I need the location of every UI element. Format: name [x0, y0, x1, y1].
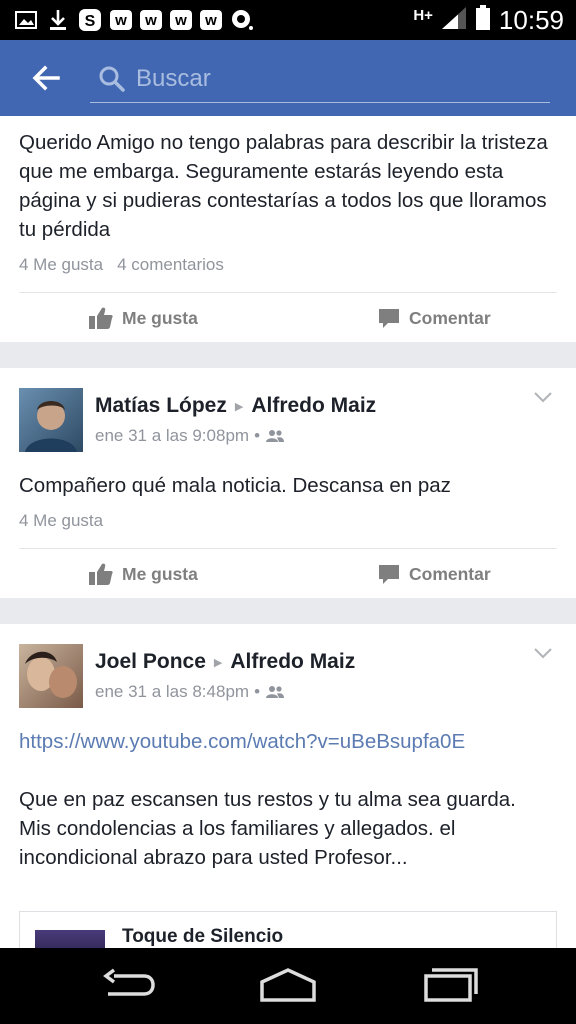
post-counts: 4 Me gusta	[19, 511, 103, 531]
comments-count[interactable]: 4 comentarios	[117, 255, 224, 275]
search-icon	[98, 65, 126, 93]
w-app-icon: w	[110, 10, 132, 30]
comment-label: Comentar	[409, 563, 491, 584]
arrow-right-icon: ▶	[213, 656, 223, 669]
network-type: H+	[413, 6, 433, 24]
avatar[interactable]	[19, 388, 83, 452]
clock: 10:59	[498, 4, 564, 35]
navigation-bar	[0, 948, 576, 1024]
home-icon[interactable]	[258, 966, 318, 1011]
search-box[interactable]	[90, 56, 550, 103]
post-meta: ene 31 a las 8:48pm •	[95, 682, 285, 702]
chat-app-icon	[230, 9, 254, 31]
gallery-icon	[14, 9, 38, 31]
w-app-icon: w	[200, 10, 222, 30]
signal-icon	[441, 6, 467, 35]
arrow-right-icon: ▶	[234, 400, 244, 413]
attachment-title: Toque de Silencio	[122, 926, 284, 947]
battery-icon	[475, 4, 491, 36]
post-card: Joel Ponce ▶ Alfredo Maiz ene 31 a las 8…	[0, 624, 576, 948]
avatar[interactable]	[19, 644, 83, 708]
status-bar: S w w w w H+ 10:59	[0, 0, 576, 40]
post-meta: ene 31 a las 9:08pm •	[95, 426, 285, 446]
post-text: Querido Amigo no tengo palabras para des…	[19, 131, 548, 241]
chevron-down-icon[interactable]	[532, 390, 554, 404]
post-card: Matías López ▶ Alfredo Maiz ene 31 a las…	[0, 368, 576, 598]
attachment-thumbnail	[35, 930, 105, 948]
comment-label: Comentar	[409, 307, 491, 328]
thumbs-up-icon	[89, 307, 113, 329]
target-name[interactable]: Alfredo Maiz	[230, 650, 355, 674]
search-input[interactable]	[136, 65, 536, 93]
post-counts: 4 Me gusta 4 comentarios	[19, 255, 224, 275]
like-label: Me gusta	[122, 563, 198, 584]
like-button[interactable]: Me gusta	[88, 562, 198, 586]
author-name[interactable]: Joel Ponce	[95, 650, 206, 674]
post-date[interactable]: ene 31 a las 8:48pm	[95, 682, 249, 702]
friends-icon	[266, 686, 285, 698]
like-label: Me gusta	[122, 307, 198, 328]
thumbs-up-icon	[89, 563, 113, 585]
post-link[interactable]: https://www.youtube.com/watch?v=uBeBsupf…	[19, 727, 548, 756]
s-app-icon: S	[78, 9, 102, 31]
post-author: Joel Ponce ▶ Alfredo Maiz	[95, 650, 355, 674]
separator-dot: •	[254, 426, 261, 445]
post-text: Compañero qué mala noticia. Descansa en …	[19, 474, 451, 497]
download-icon	[46, 9, 70, 31]
comment-button[interactable]: Comentar	[377, 562, 491, 586]
back-icon[interactable]	[100, 966, 156, 1011]
w-app-icon: w	[170, 10, 192, 30]
divider	[19, 292, 557, 293]
link-attachment[interactable]: Toque de Silencio	[19, 911, 557, 948]
likes-count[interactable]: 4 Me gusta	[19, 255, 103, 275]
separator-dot: •	[254, 682, 261, 701]
post-text: Que en paz escansen tus restos y tu alma…	[19, 788, 516, 869]
chevron-down-icon[interactable]	[532, 646, 554, 660]
search-header	[0, 40, 576, 116]
post-date[interactable]: ene 31 a las 9:08pm	[95, 426, 249, 446]
like-button[interactable]: Me gusta	[88, 306, 198, 330]
comment-button[interactable]: Comentar	[377, 306, 491, 330]
likes-count[interactable]: 4 Me gusta	[19, 511, 103, 531]
w-app-icon: w	[140, 10, 162, 30]
comment-icon	[379, 309, 399, 328]
feed[interactable]: Querido Amigo no tengo palabras para des…	[0, 116, 576, 948]
divider	[19, 548, 557, 549]
recents-icon[interactable]	[420, 966, 480, 1011]
post-card: Querido Amigo no tengo palabras para des…	[0, 116, 576, 342]
svg-text:S: S	[85, 13, 96, 30]
author-name[interactable]: Matías López	[95, 394, 227, 418]
post-author: Matías López ▶ Alfredo Maiz	[95, 394, 376, 418]
back-arrow-icon[interactable]	[30, 62, 62, 94]
target-name[interactable]: Alfredo Maiz	[251, 394, 376, 418]
friends-icon	[266, 430, 285, 442]
comment-icon	[379, 565, 399, 584]
